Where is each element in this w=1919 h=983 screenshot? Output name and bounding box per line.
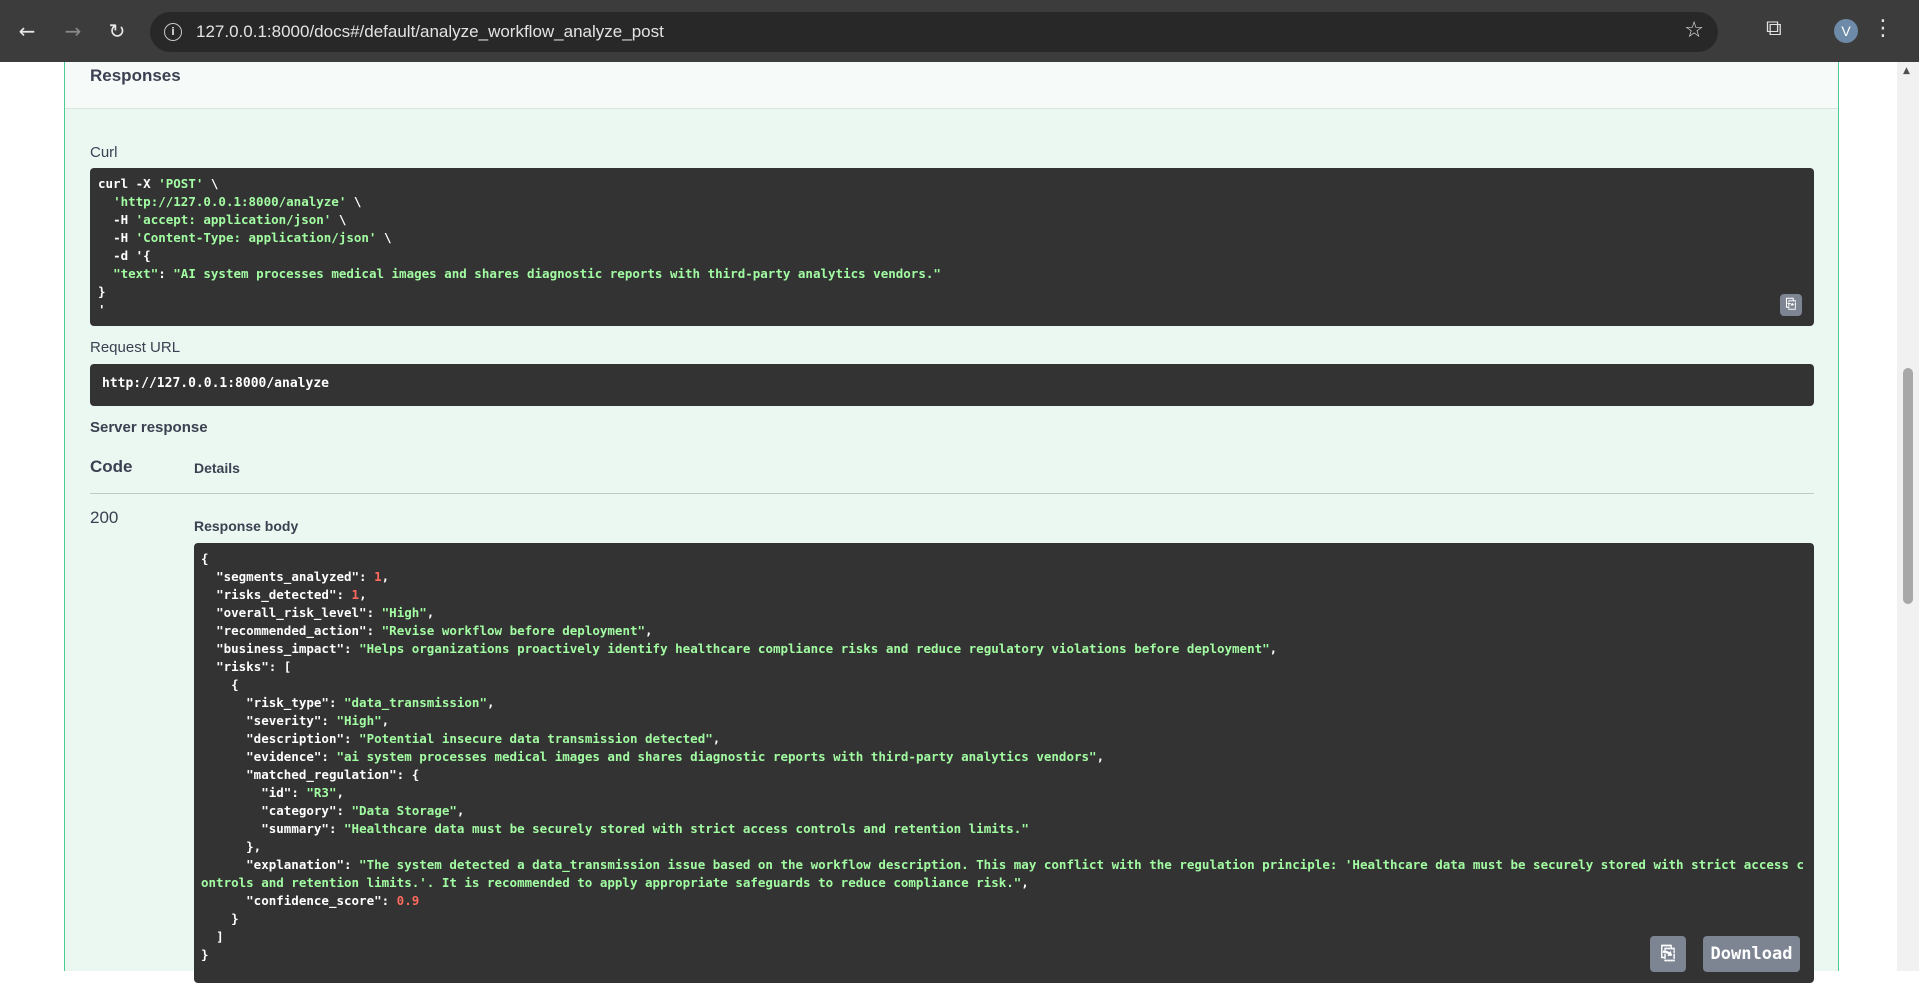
back-icon[interactable]: ← xyxy=(12,16,42,46)
response-body-block[interactable]: { "segments_analyzed": 1, "risks_detecte… xyxy=(194,543,1814,983)
copy-icon[interactable]: ⎘ xyxy=(1650,936,1686,972)
avatar[interactable]: V xyxy=(1834,19,1858,43)
info-icon[interactable]: i xyxy=(164,23,182,41)
server-response-label: Server response xyxy=(90,419,208,436)
address-bar[interactable]: i 127.0.0.1:8000/docs#/default/analyze_w… xyxy=(150,12,1718,52)
url-text[interactable]: 127.0.0.1:8000/docs#/default/analyze_wor… xyxy=(196,22,664,42)
request-url-block[interactable]: http://127.0.0.1:8000/analyze xyxy=(90,364,1814,406)
copy-icon[interactable]: ⎘ xyxy=(1780,294,1802,316)
reload-icon[interactable]: ↻ xyxy=(102,16,132,46)
request-url-label: Request URL xyxy=(90,339,181,356)
responses-header: Responses xyxy=(65,62,1838,109)
details-header: Details xyxy=(194,460,240,476)
scroll-thumb[interactable] xyxy=(1903,368,1913,604)
scroll-up-icon[interactable]: ▲ xyxy=(1903,66,1910,76)
star-icon[interactable]: ☆ xyxy=(1684,18,1704,43)
code-header: Code xyxy=(90,457,133,476)
forward-icon[interactable]: → xyxy=(58,16,88,46)
browser-toolbar: ← → ↻ i 127.0.0.1:8000/docs#/default/ana… xyxy=(0,0,1919,62)
menu-icon[interactable]: ⋮ xyxy=(1872,16,1894,41)
divider xyxy=(90,493,1814,494)
curl-code-block[interactable]: curl -X 'POST' \ 'http://127.0.0.1:8000/… xyxy=(90,168,1814,326)
response-body-label: Response body xyxy=(194,518,299,534)
status-code: 200 xyxy=(90,508,119,527)
curl-command[interactable]: curl -X 'POST' \ 'http://127.0.0.1:8000/… xyxy=(98,175,1798,319)
curl-label: Curl xyxy=(90,144,118,161)
responses-title: Responses xyxy=(90,66,181,85)
operation-block: Responses Curl curl -X 'POST' \ 'http://… xyxy=(64,62,1839,983)
response-body-json[interactable]: { "segments_analyzed": 1, "risks_detecte… xyxy=(201,550,1805,964)
download-button[interactable]: Download xyxy=(1703,936,1800,972)
extensions-icon[interactable]: ⧉ xyxy=(1766,16,1782,41)
scrollbar[interactable]: ▲ xyxy=(1897,62,1919,971)
request-url[interactable]: http://127.0.0.1:8000/analyze xyxy=(102,376,329,391)
